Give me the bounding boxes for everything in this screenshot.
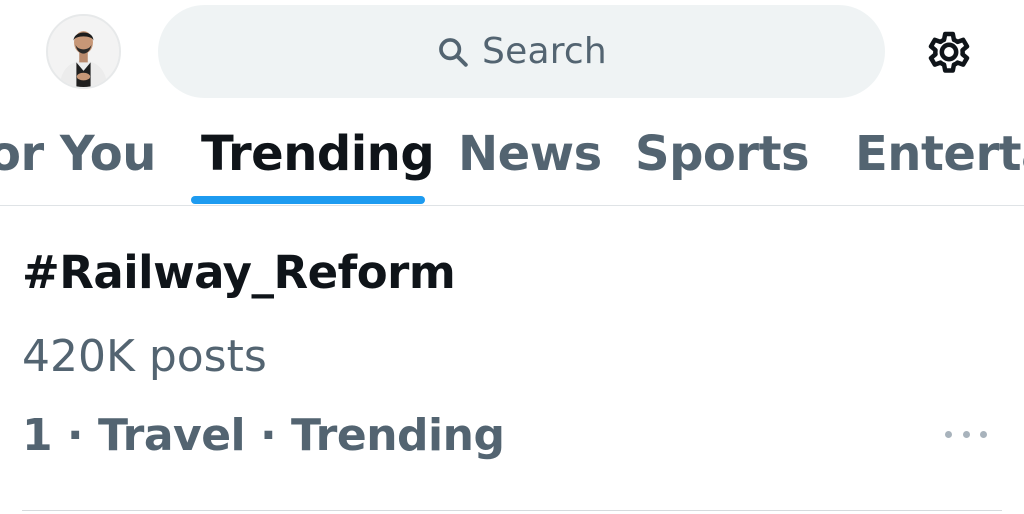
tab-for-you[interactable]: or You <box>0 126 156 182</box>
avatar-image <box>48 16 119 87</box>
more-dot <box>980 430 987 438</box>
trend-title: #Railway_Reform <box>22 246 456 299</box>
trend-item[interactable]: #Railway_Reform 420K posts 1 · Travel · … <box>0 206 1024 514</box>
avatar[interactable] <box>46 14 121 89</box>
search-input[interactable]: Search <box>158 5 885 98</box>
tab-entertainment[interactable]: Enterta <box>855 126 1024 182</box>
more-dot <box>945 430 952 438</box>
explore-screen: Search or You Trending News Sports Enter… <box>0 0 1024 514</box>
more-dot <box>962 430 970 438</box>
search-placeholder: Search <box>482 31 607 72</box>
tab-news[interactable]: News <box>458 126 602 182</box>
active-tab-indicator <box>191 196 425 204</box>
tab-sports[interactable]: Sports <box>635 126 810 182</box>
search-icon <box>439 37 468 67</box>
more-dots-icon[interactable] <box>945 424 987 444</box>
tab-bar: or You Trending News Sports Enterta <box>0 108 1024 206</box>
gear-icon <box>928 31 970 73</box>
trend-post-count: 420K posts <box>22 331 267 382</box>
settings-button[interactable] <box>922 25 976 79</box>
trend-context: 1 · Travel · Trending <box>22 410 505 461</box>
tab-trending[interactable]: Trending <box>201 126 435 182</box>
trend-divider <box>22 510 1002 511</box>
